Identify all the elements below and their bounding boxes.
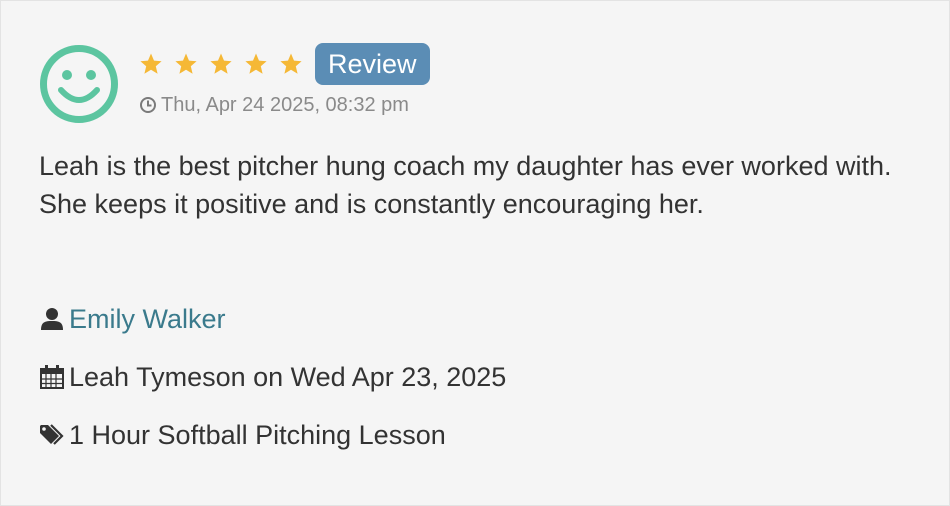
clock-icon [140,97,156,113]
service-row: 1 Hour Softball Pitching Lesson [39,418,446,452]
tags-icon [40,424,64,445]
booking-row: Leah Tymeson on Wed Apr 23, 2025 [39,360,506,394]
booking-info: Leah Tymeson on Wed Apr 23, 2025 [69,362,507,392]
star-icon [245,53,267,74]
smiley-face-icon [40,45,118,123]
stars-container [139,52,312,76]
calendar-icon [40,365,64,389]
star-icon [175,53,197,74]
service-name: 1 Hour Softball Pitching Lesson [69,420,446,450]
review-badge: Review [315,43,430,85]
reviewer-name-link[interactable]: Emily Walker [69,302,226,336]
review-timestamp: Thu, Apr 24 2025, 08:32 pm [139,92,430,118]
star-icon [280,53,302,74]
review-text: Leah is the best pitcher hung coach my d… [39,151,892,219]
star-rating: Review [139,43,430,85]
star-icon [140,53,162,74]
review-header: Review Thu, Apr 24 2025, 08:32 pm [139,43,430,118]
review-card: Review Thu, Apr 24 2025, 08:32 pm Leah i… [0,0,950,506]
timestamp-text: Thu, Apr 24 2025, 08:32 pm [161,93,409,116]
reviewer-row: Emily Walker [39,302,226,336]
user-icon [41,308,63,330]
star-icon [210,53,232,74]
